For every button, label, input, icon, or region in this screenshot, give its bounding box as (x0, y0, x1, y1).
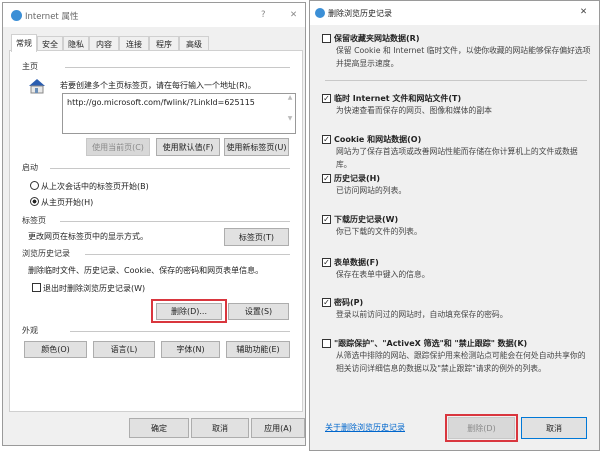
use-new-tab-button[interactable]: 使用新标签页(U) (224, 138, 289, 156)
close-icon[interactable]: ✕ (290, 10, 297, 20)
tabs-settings-button[interactable]: 标签页(T) (224, 228, 289, 246)
delete-on-exit-label: 退出时删除浏览历史记录(W) (43, 283, 145, 294)
option-title: 密码(P) (334, 297, 363, 308)
option-desc: 网站为了保存首选项或改善网站性能而存储在你计算机上的文件或数据库。 (336, 145, 591, 171)
history-settings-button[interactable]: 设置(S) (228, 303, 289, 320)
ie-globe-icon (11, 10, 22, 21)
history-desc: 删除临时文件、历史记录、Cookie、保存的密码和网页表单信息。 (28, 265, 263, 276)
option-title: 临时 Internet 文件和网站文件(T) (334, 93, 461, 104)
option-desc: 从筛选中排除的网站、跟踪保护用来检测站点可能会在何处自动共享你的相关访问详细信息… (336, 349, 591, 375)
option-desc: 已访问网站的列表。 (336, 184, 591, 197)
delete-on-exit-checkbox[interactable] (32, 283, 41, 292)
home-url: http://go.microsoft.com/fwlink/?LinkId=6… (67, 98, 255, 107)
radio-home-label: 从主页开始(H) (41, 197, 93, 208)
delete-button[interactable]: 删除(D) (448, 417, 515, 439)
tabs-section-desc: 更改网页在标签页中的显示方式。 (28, 231, 148, 242)
tabs-section-label: 标签页 (22, 215, 46, 226)
option-title: 保留收藏夹网站数据(R) (334, 33, 419, 44)
radio-last-session-label: 从上次会话中的标签页开始(B) (41, 181, 149, 192)
title-bar: Internet 属性 ? ✕ (3, 3, 305, 27)
option-desc: 登录以前访问过的网站时，自动填充保存的密码。 (336, 308, 591, 321)
cancel-button[interactable]: 取消 (191, 418, 249, 438)
tab-0[interactable]: 常规 (11, 34, 37, 52)
option-checkbox[interactable]: ✓ (322, 215, 331, 224)
languages-button[interactable]: 语言(L) (93, 341, 155, 358)
help-button[interactable]: ? (261, 10, 266, 20)
option-checkbox[interactable]: ✓ (322, 135, 331, 144)
home-label: 主页 (22, 61, 38, 72)
history-label: 浏览历史记录 (22, 248, 70, 259)
ie-globe-icon (315, 8, 325, 18)
option-checkbox[interactable]: ✓ (322, 174, 331, 183)
option-title: "跟踪保护"、"ActiveX 筛选"和 "禁止跟踪" 数据(K) (334, 338, 527, 349)
use-default-button[interactable]: 使用默认值(F) (156, 138, 220, 156)
radio-last-session[interactable] (30, 181, 39, 190)
appearance-label: 外观 (22, 325, 38, 336)
apply-button[interactable]: 应用(A) (251, 418, 305, 438)
close-icon[interactable]: ✕ (580, 7, 587, 17)
option-title: 表单数据(F) (334, 257, 379, 268)
delete-history-button[interactable]: 删除(D)... (156, 303, 222, 320)
option-checkbox[interactable]: ✓ (322, 258, 331, 267)
house-icon (28, 78, 46, 94)
option-title: 历史记录(H) (334, 173, 380, 184)
internet-properties-dialog: Internet 属性 ? ✕ 常规安全隐私内容连接程序高级 主页 若要创建多个… (2, 2, 306, 446)
use-current-button[interactable]: 使用当前页(C) (86, 138, 150, 156)
home-url-textarea[interactable]: http://go.microsoft.com/fwlink/?LinkId=6… (62, 93, 296, 134)
option-desc: 保存在表单中键入的信息。 (336, 268, 591, 281)
option-checkbox[interactable]: ✓ (322, 298, 331, 307)
window-title: Internet 属性 (25, 10, 78, 22)
option-desc: 为快速查看而保存的网页、图像和媒体的副本 (336, 104, 591, 117)
delete-history-dialog: 删除浏览历史记录 ✕ 保留收藏夹网站数据(R)保留 Cookie 和 Inter… (309, 0, 600, 451)
option-desc: 你已下载的文件的列表。 (336, 225, 591, 238)
radio-home[interactable] (30, 197, 39, 206)
scrollbar[interactable]: ▲▼ (285, 94, 295, 133)
option-checkbox[interactable] (322, 339, 331, 348)
option-checkbox[interactable]: ✓ (322, 94, 331, 103)
fonts-button[interactable]: 字体(N) (161, 341, 220, 358)
about-delete-link[interactable]: 关于删除浏览历史记录 (325, 422, 405, 433)
ok-button[interactable]: 确定 (129, 418, 189, 438)
home-hint: 若要创建多个主页标签页，请在每行输入一个地址(R)。 (60, 80, 256, 91)
colors-button[interactable]: 颜色(O) (24, 341, 87, 358)
cancel-button[interactable]: 取消 (521, 417, 587, 439)
separator (325, 80, 587, 81)
startup-label: 启动 (22, 162, 38, 173)
general-panel: 主页 若要创建多个主页标签页，请在每行输入一个地址(R)。 http://go.… (9, 50, 303, 412)
option-desc: 保留 Cookie 和 Internet 临时文件，以使你收藏的网站能够保存偏好… (336, 44, 591, 70)
option-title: Cookie 和网站数据(O) (334, 134, 421, 145)
window-title: 删除浏览历史记录 (328, 8, 392, 19)
option-checkbox[interactable] (322, 34, 331, 43)
title-bar: 删除浏览历史记录 ✕ (310, 1, 599, 25)
option-title: 下载历史记录(W) (334, 214, 398, 225)
accessibility-button[interactable]: 辅助功能(E) (226, 341, 290, 358)
